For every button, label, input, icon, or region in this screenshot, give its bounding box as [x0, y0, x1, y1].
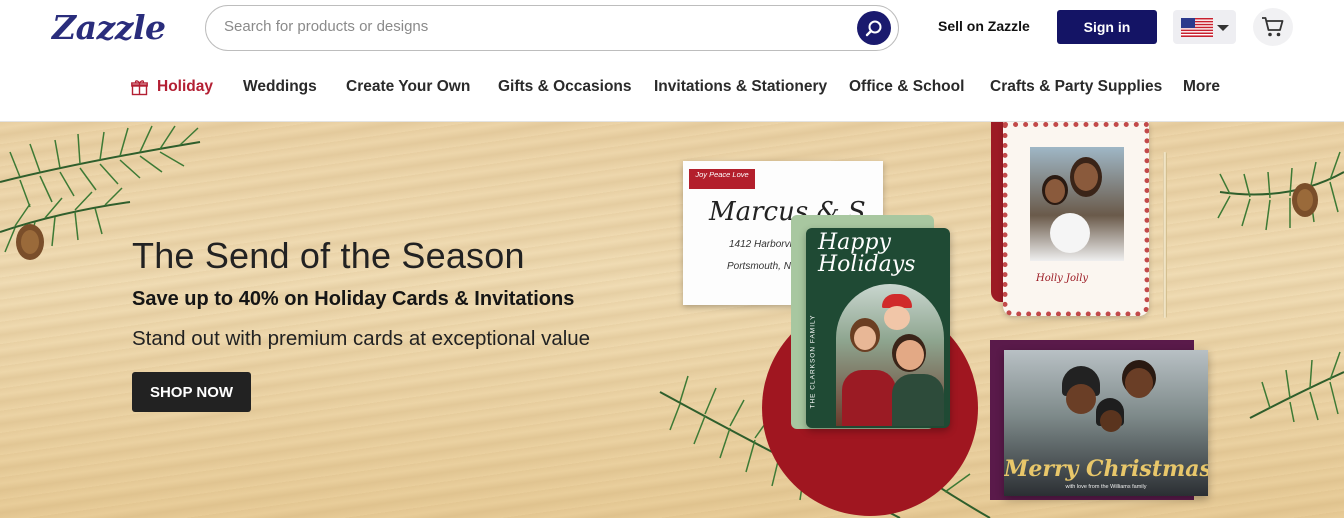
- shop-now-button[interactable]: SHOP NOW: [132, 372, 251, 412]
- card-greeting-happy-holidays: Happy Holidays: [818, 230, 916, 277]
- card-family-name: THE CLARKSON FAMILY: [809, 314, 817, 409]
- family-photo: [836, 284, 944, 426]
- nav-item-invitations-stationery[interactable]: Invitations & Stationery: [654, 78, 827, 96]
- hero-subtitle: Save up to 40% on Holiday Cards & Invita…: [132, 288, 575, 310]
- chevron-down-icon: [1217, 25, 1229, 31]
- pine-branch-right-image: [1217, 151, 1344, 422]
- address-label: Joy Peace Love: [689, 169, 755, 189]
- nav-item-create-your-own[interactable]: Create Your Own: [346, 78, 470, 96]
- search-input[interactable]: [224, 18, 824, 35]
- nav-item-more[interactable]: More: [1183, 78, 1220, 96]
- sign-in-button[interactable]: Sign in: [1057, 10, 1157, 44]
- search-button[interactable]: [857, 11, 891, 45]
- hero-banner[interactable]: Joy Peace Love Marcus & S 1412 Harborvie…: [0, 122, 1344, 518]
- holly-jolly-card-image: Holly Jolly: [1003, 122, 1149, 316]
- top-bar: Zazzle Sell on Zazzle Sign in: [0, 0, 1344, 56]
- gift-icon: [131, 80, 148, 96]
- card-family-signature: with love from the Williams family: [1065, 484, 1147, 490]
- zazzle-logo[interactable]: Zazzle: [52, 8, 166, 47]
- hero-title: The Send of the Season: [132, 235, 525, 276]
- search-icon: [865, 20, 882, 37]
- envelope-address-2: Portsmouth, NY: [727, 261, 798, 272]
- hero-description: Stand out with premium cards at exceptio…: [132, 327, 591, 350]
- cart-icon: [1262, 17, 1284, 37]
- nav-item-office-school[interactable]: Office & School: [849, 78, 964, 96]
- nav-item-gifts-occasions[interactable]: Gifts & Occasions: [498, 78, 632, 96]
- sell-on-zazzle-link[interactable]: Sell on Zazzle: [938, 18, 1030, 34]
- nav-item-weddings[interactable]: Weddings: [243, 78, 317, 96]
- card-greeting-merry-christmas: Merry Christmas: [1004, 456, 1208, 482]
- card-greeting-holly-jolly: Holly Jolly: [1036, 273, 1089, 284]
- happy-holidays-card-image: Happy Holidays THE CLARKSON FAMILY: [806, 228, 950, 428]
- merry-christmas-card-image: Merry Christmas with love from the Willi…: [1004, 350, 1208, 496]
- country-selector[interactable]: [1173, 10, 1236, 44]
- nav-item-crafts-party-supplies[interactable]: Crafts & Party Supplies: [990, 78, 1162, 96]
- nav-item-holiday[interactable]: Holiday: [157, 78, 213, 96]
- us-flag-icon: [1181, 18, 1213, 37]
- holly-jolly-photo: [1030, 147, 1124, 261]
- cart-button[interactable]: [1253, 8, 1293, 46]
- category-nav: Holiday Weddings Create Your Own Gifts &…: [0, 78, 1344, 100]
- pen-image: [1163, 152, 1167, 318]
- search-bar: [205, 5, 899, 51]
